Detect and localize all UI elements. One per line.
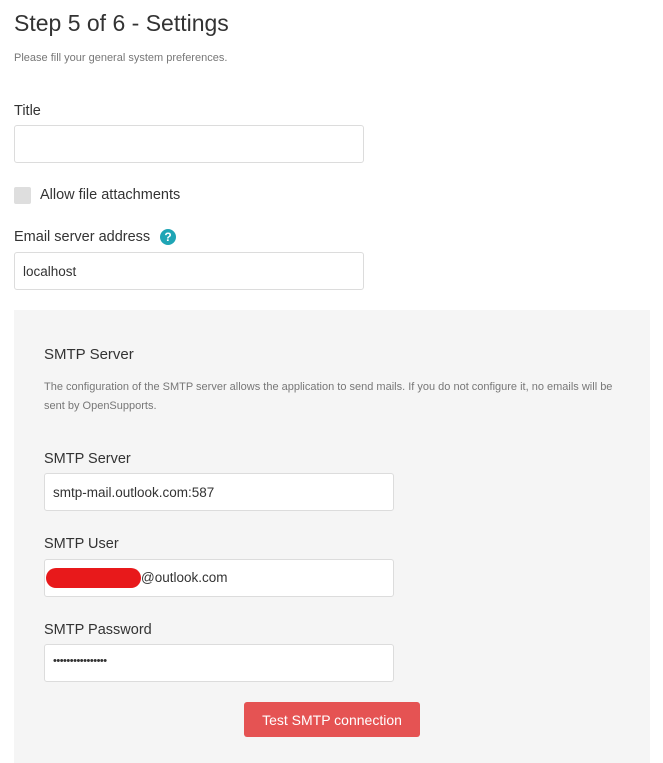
page-subtitle: Please fill your general system preferen…: [14, 52, 228, 64]
smtp-password-value: ••••••••••••••••: [53, 655, 107, 667]
title-input[interactable]: [14, 125, 364, 163]
test-smtp-connection-button[interactable]: Test SMTP connection: [244, 702, 420, 737]
page-title: Step 5 of 6 - Settings: [14, 10, 229, 36]
redaction-mark: [46, 568, 141, 588]
title-label: Title: [14, 103, 41, 119]
smtp-password-input[interactable]: ••••••••••••••••: [44, 644, 394, 682]
email-server-label: Email server address: [14, 229, 151, 245]
smtp-server-label: SMTP Server: [44, 451, 131, 467]
smtp-panel: SMTP Server The configuration of the SMT…: [14, 310, 650, 763]
email-server-input[interactable]: [14, 252, 364, 290]
smtp-password-label: SMTP Password: [44, 622, 152, 638]
smtp-description: The configuration of the SMTP server all…: [44, 381, 613, 412]
smtp-user-label: SMTP User: [44, 536, 119, 552]
allow-attachments-label: Allow file attachments: [40, 187, 181, 203]
smtp-heading: SMTP Server: [44, 346, 134, 363]
smtp-user-value: @outlook.com: [141, 570, 228, 585]
question-circle-icon[interactable]: ?: [160, 229, 176, 245]
allow-attachments-checkbox[interactable]: [14, 187, 31, 204]
smtp-server-input[interactable]: [44, 473, 394, 511]
smtp-user-input[interactable]: @outlook.com: [44, 559, 394, 597]
